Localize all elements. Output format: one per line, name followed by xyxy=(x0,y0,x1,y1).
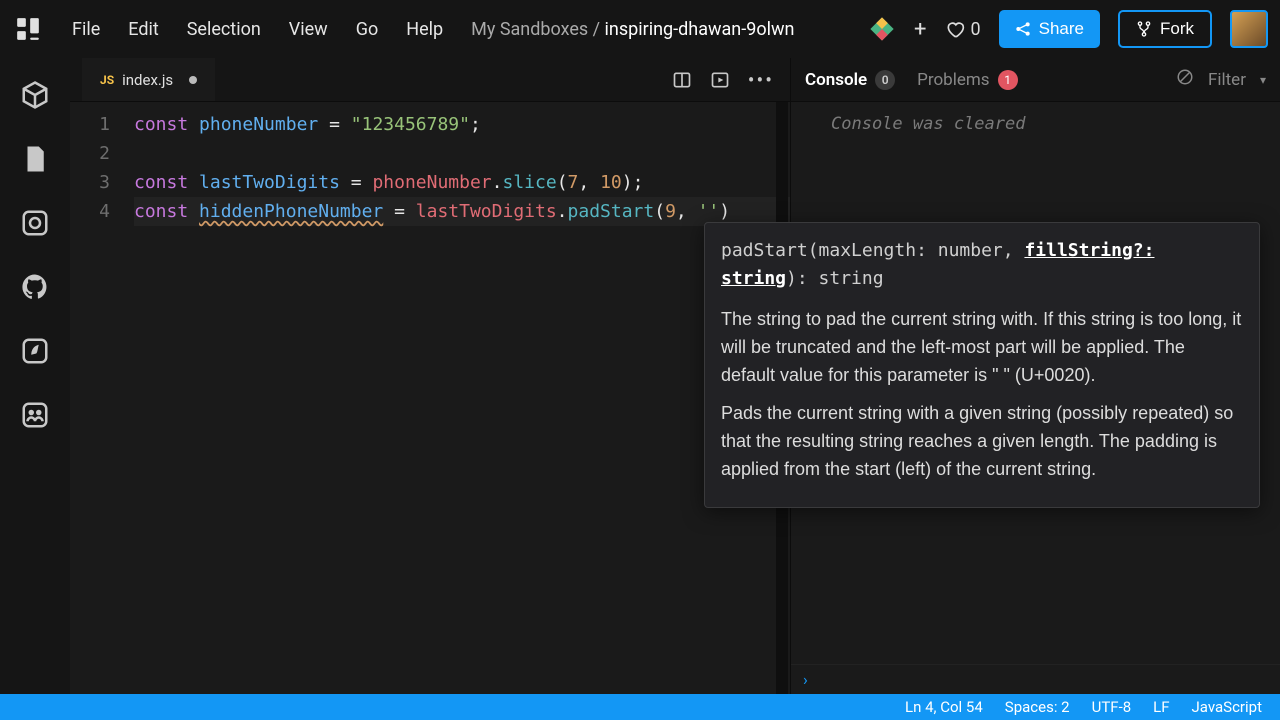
problems-count-badge: 1 xyxy=(998,70,1018,90)
codesandbox-icon[interactable] xyxy=(868,15,896,43)
code-line-2 xyxy=(134,139,790,168)
share-label: Share xyxy=(1039,19,1084,39)
editor: JS index.js ••• 1 2 3 4 const phoneNumbe… xyxy=(70,58,790,694)
indentation[interactable]: Spaces: 2 xyxy=(1005,698,1070,716)
signature-text: padStart(maxLength: number, fillString?:… xyxy=(721,237,1243,293)
file-icon[interactable] xyxy=(20,144,50,174)
tab-console[interactable]: Console 0 xyxy=(805,70,895,90)
clear-console-icon[interactable] xyxy=(1176,68,1194,91)
breadcrumb-current: inspiring-dhawan-9olwn xyxy=(605,19,795,40)
problems-tab-label: Problems xyxy=(917,70,989,90)
live-icon[interactable] xyxy=(20,400,50,430)
method-doc: Pads the current string with a given str… xyxy=(721,399,1243,483)
code-line-4: const hiddenPhoneNumber = lastTwoDigits.… xyxy=(134,197,790,226)
split-editor-icon[interactable] xyxy=(672,70,692,90)
menu-view[interactable]: View xyxy=(289,19,328,40)
code-line-3: const lastTwoDigits = phoneNumber.slice(… xyxy=(134,168,790,197)
new-sandbox-button[interactable]: + xyxy=(914,17,926,42)
breadcrumb-parent: My Sandboxes / xyxy=(471,19,604,40)
prompt-chevron-icon: › xyxy=(803,670,808,689)
line-gutter: 1 2 3 4 xyxy=(70,110,134,226)
console-message: Console was cleared xyxy=(791,114,1280,134)
js-file-icon: JS xyxy=(100,73,114,87)
likes-count: 0 xyxy=(971,19,981,40)
github-icon[interactable] xyxy=(20,272,50,302)
menu-edit[interactable]: Edit xyxy=(128,19,158,40)
editor-tabbar: JS index.js ••• xyxy=(70,58,790,102)
menu-help[interactable]: Help xyxy=(406,19,443,40)
menu-go[interactable]: Go xyxy=(356,19,379,40)
tab-problems[interactable]: Problems 1 xyxy=(917,70,1017,90)
app-logo[interactable] xyxy=(12,13,44,45)
unsaved-indicator xyxy=(189,76,197,84)
breadcrumb[interactable]: My Sandboxes / inspiring-dhawan-9olwn xyxy=(471,19,794,40)
likes-counter[interactable]: 0 xyxy=(945,19,981,40)
chevron-down-icon[interactable]: ▾ xyxy=(1260,73,1266,87)
menu-selection[interactable]: Selection xyxy=(187,19,261,40)
panel-tabs: Console 0 Problems 1 Filter ▾ xyxy=(791,58,1280,102)
explorer-icon[interactable] xyxy=(20,80,50,110)
share-button[interactable]: Share xyxy=(999,10,1100,48)
signature-help-tooltip: padStart(maxLength: number, fillString?:… xyxy=(704,222,1260,508)
share-icon xyxy=(1015,21,1031,37)
tab-index-js[interactable]: JS index.js xyxy=(82,58,215,101)
more-actions-icon[interactable]: ••• xyxy=(748,68,774,92)
preview-icon[interactable] xyxy=(710,70,730,90)
menu-file[interactable]: File xyxy=(72,19,100,40)
code-area[interactable]: 1 2 3 4 const phoneNumber = "123456789";… xyxy=(70,102,790,226)
heart-icon xyxy=(945,19,965,39)
eol[interactable]: LF xyxy=(1153,698,1169,716)
encoding[interactable]: UTF-8 xyxy=(1092,698,1132,716)
fork-icon xyxy=(1136,21,1152,37)
user-avatar[interactable] xyxy=(1230,10,1268,48)
activity-bar xyxy=(0,58,70,694)
cursor-position[interactable]: Ln 4, Col 54 xyxy=(905,698,983,716)
settings-icon[interactable] xyxy=(20,208,50,238)
main-menu: File Edit Selection View Go Help xyxy=(72,19,443,40)
filter-label[interactable]: Filter xyxy=(1208,70,1246,90)
fork-button[interactable]: Fork xyxy=(1118,10,1212,48)
status-bar: Ln 4, Col 54 Spaces: 2 UTF-8 LF JavaScri… xyxy=(0,694,1280,720)
console-count-badge: 0 xyxy=(875,70,895,90)
tab-filename: index.js xyxy=(122,71,173,89)
param-doc: The string to pad the current string wit… xyxy=(721,305,1243,389)
deploy-icon[interactable] xyxy=(20,336,50,366)
console-input[interactable]: › xyxy=(791,664,1280,694)
code-lines: const phoneNumber = "123456789"; const l… xyxy=(134,110,790,226)
console-tab-label: Console xyxy=(805,70,867,90)
top-actions: + 0 Share Fork xyxy=(868,10,1268,48)
topbar: File Edit Selection View Go Help My Sand… xyxy=(0,0,1280,58)
fork-label: Fork xyxy=(1160,19,1194,39)
code-line-1: const phoneNumber = "123456789"; xyxy=(134,110,790,139)
language-mode[interactable]: JavaScript xyxy=(1192,698,1262,716)
